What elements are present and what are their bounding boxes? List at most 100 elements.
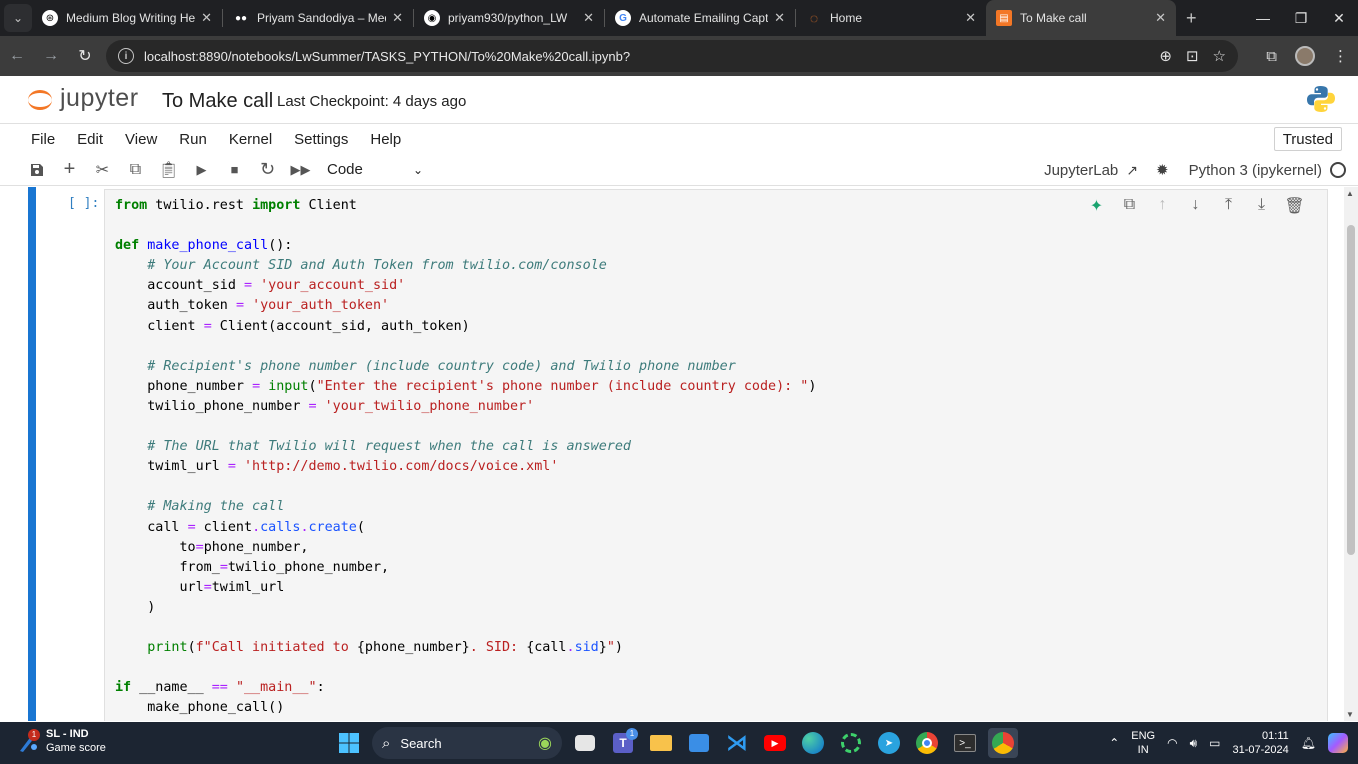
notification-bell-icon[interactable]: 🔔︎ (1301, 736, 1316, 750)
jupyter-logo-icon (28, 87, 52, 111)
tab-automate-emailing[interactable]: G Automate Emailing Captur ✕ (605, 0, 795, 36)
reload-icon[interactable]: ↻ (68, 46, 102, 66)
scroll-down-icon[interactable]: ▼ (1346, 710, 1354, 719)
browser-actions: ⧉ ⋮ (1266, 36, 1348, 76)
close-icon[interactable]: ✕ (1155, 10, 1166, 26)
menu-settings[interactable]: Settings (283, 131, 359, 148)
chrome-profile-icon[interactable] (988, 728, 1018, 758)
openai-icon: ⊛ (42, 10, 58, 26)
terminal-icon[interactable]: >_ (950, 728, 980, 758)
battery-icon[interactable]: ▭ (1209, 736, 1220, 750)
volume-icon[interactable]: 🔊︎ (1190, 736, 1198, 751)
paste-icon[interactable]: 📋︎ (152, 156, 185, 184)
edge-icon[interactable] (798, 728, 828, 758)
tab-github[interactable]: ◉ priyam930/python_LW ✕ (414, 0, 604, 36)
tab-home[interactable]: ◌ Home ✕ (796, 0, 986, 36)
restart-icon[interactable]: ↻ (251, 156, 284, 184)
close-icon[interactable]: ✕ (201, 10, 212, 26)
tab-medium-blog-help[interactable]: ⊛ Medium Blog Writing Help ✕ (32, 0, 222, 36)
close-icon[interactable]: ✕ (392, 10, 403, 26)
kernel-name[interactable]: Python 3 (ipykernel) (1189, 162, 1322, 179)
forward-icon[interactable]: → (34, 47, 68, 65)
minimize-icon[interactable]: — (1244, 10, 1282, 26)
zoom-icon[interactable]: ⊕ (1159, 47, 1172, 65)
tab-priyam-medium[interactable]: ●● Priyam Sandodiya – Medium ✕ (223, 0, 413, 36)
site-info-icon[interactable]: i (118, 48, 134, 64)
trusted-indicator[interactable]: Trusted (1273, 127, 1342, 151)
external-link-icon[interactable]: ↗ (1126, 162, 1138, 179)
menu-file[interactable]: File (20, 131, 66, 148)
teams-icon[interactable]: T 1 (608, 728, 638, 758)
stop-icon[interactable]: ■ (218, 156, 251, 184)
extensions-icon[interactable]: ⧉ (1266, 48, 1277, 65)
close-icon[interactable]: ✕ (583, 10, 594, 26)
menu-help[interactable]: Help (359, 131, 412, 148)
menu-run[interactable]: Run (168, 131, 218, 148)
jupyter-logo[interactable]: jupyter (28, 84, 139, 113)
clock[interactable]: 01:11 31-07-2024 (1232, 729, 1288, 757)
insert-below-icon[interactable]: ⤓ (1251, 196, 1272, 216)
new-tab-button[interactable]: + (1186, 8, 1197, 29)
last-checkpoint: Last Checkpoint: 4 days ago (277, 93, 467, 110)
vscode-icon[interactable]: ⋊ (722, 728, 752, 758)
back-icon[interactable]: ← (0, 47, 34, 65)
debugger-icon[interactable]: ✹ (1156, 161, 1169, 179)
cell-prompt: [ ]: (68, 196, 100, 211)
telegram-icon[interactable]: ➤ (874, 728, 904, 758)
run-icon[interactable]: ▶ (185, 156, 218, 184)
close-icon[interactable]: ✕ (774, 10, 785, 26)
scroll-up-icon[interactable]: ▲ (1346, 189, 1354, 198)
close-icon[interactable]: ✕ (965, 10, 976, 26)
move-up-icon[interactable]: ↑ (1152, 196, 1173, 216)
move-down-icon[interactable]: ↓ (1185, 196, 1206, 216)
browser-menu-icon[interactable]: ⋮ (1333, 47, 1348, 65)
language-indicator[interactable]: ENG IN (1131, 729, 1155, 757)
taskbar-search[interactable]: ⌕ Search ◉ (372, 727, 562, 759)
tab-to-make-call[interactable]: ▤ To Make call ✕ (986, 0, 1176, 36)
scrollbar-thumb[interactable] (1347, 225, 1355, 555)
google-icon: G (615, 10, 631, 26)
windows-start-icon[interactable] (334, 728, 364, 758)
tab-search-button[interactable]: ⌄ (4, 4, 32, 32)
bookmark-star-icon[interactable]: ☆ (1213, 47, 1226, 65)
save-icon[interactable] (20, 156, 53, 184)
kernel-status-icon (1330, 162, 1346, 178)
medium-icon: ●● (234, 12, 248, 24)
browser-tab-bar: ⌄ ⊛ Medium Blog Writing Help ✕ ●● Priyam… (0, 0, 1358, 36)
github-icon: ◉ (424, 10, 440, 26)
cell-type-select[interactable]: Code ⌄ (327, 161, 423, 178)
insert-above-icon[interactable]: ⤒ (1218, 196, 1239, 216)
delete-cell-icon[interactable]: 🗑︎ (1284, 196, 1305, 216)
chrome-icon[interactable] (912, 728, 942, 758)
restart-run-all-icon[interactable]: ▶▶ (284, 156, 317, 184)
store-icon[interactable] (684, 728, 714, 758)
taskbar-apps: ⌕ Search ◉ T 1 ⋊ ▶ ➤ >_ (334, 727, 1018, 759)
file-explorer-icon[interactable] (646, 728, 676, 758)
screenshot-icon[interactable]: ⊡ (1186, 47, 1199, 65)
cut-icon[interactable]: ✂ (86, 156, 119, 184)
profile-avatar[interactable] (1295, 46, 1315, 66)
restore-icon[interactable]: ❐ (1282, 10, 1320, 27)
duplicate-cell-icon[interactable]: ⧉ (1119, 196, 1140, 216)
scrollbar[interactable]: ▲ ▼ (1344, 187, 1358, 721)
insert-cell-icon[interactable]: + (53, 156, 86, 184)
task-view-icon[interactable] (575, 735, 595, 751)
menu-edit[interactable]: Edit (66, 131, 114, 148)
wifi-icon[interactable]: ◠ (1167, 736, 1177, 750)
jupyterlab-link[interactable]: JupyterLab (1044, 162, 1118, 179)
url-input[interactable]: i localhost:8890/notebooks/LwSummer/TASK… (106, 40, 1238, 72)
copilot-icon[interactable] (1328, 733, 1348, 753)
code-editor[interactable]: from twilio.rest import Client def make_… (104, 189, 1328, 721)
notebook-title[interactable]: To Make call (162, 90, 273, 113)
chevron-up-icon[interactable]: ⌃ (1109, 736, 1119, 750)
menu-view[interactable]: View (114, 131, 168, 148)
youtube-icon[interactable]: ▶ (760, 728, 790, 758)
menu-kernel[interactable]: Kernel (218, 131, 283, 148)
widgets-button[interactable]: 1 SL - IND Game score (16, 727, 106, 755)
window-controls: — ❐ ✕ (1244, 0, 1358, 36)
ai-sparkle-icon[interactable]: ✦ (1086, 196, 1107, 216)
copy-icon[interactable]: ⧉ (119, 156, 152, 184)
green-circle-app-icon[interactable] (836, 728, 866, 758)
close-window-icon[interactable]: ✕ (1320, 10, 1358, 27)
notebook-panel: [ ]: from twilio.rest import Client def … (0, 187, 1344, 721)
